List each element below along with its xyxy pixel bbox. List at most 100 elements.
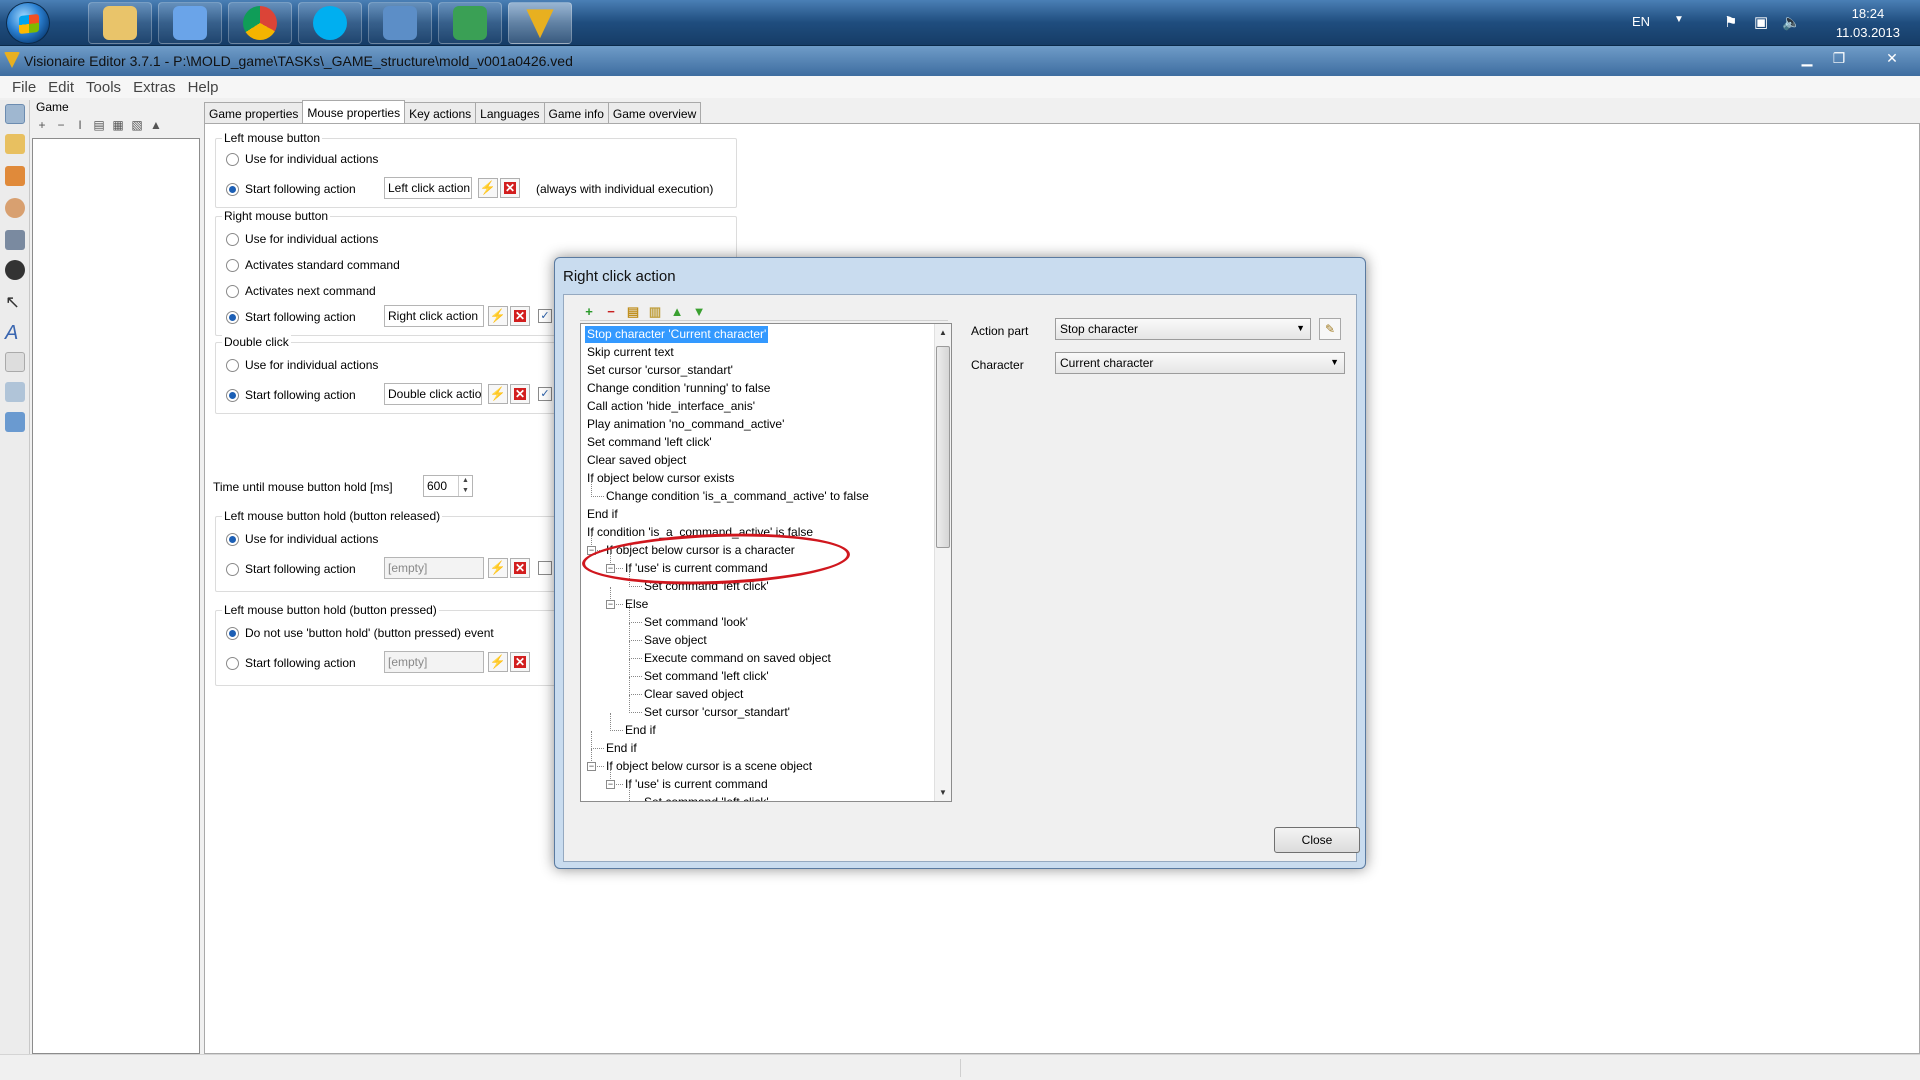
action-list-item[interactable]: End if	[585, 506, 620, 523]
action-list-item[interactable]: If 'use' is current command	[623, 560, 770, 577]
taskbar-explorer-button[interactable]	[88, 2, 152, 44]
action-list-item[interactable]: End if	[604, 740, 639, 757]
radio[interactable]	[226, 358, 239, 372]
radio[interactable]	[226, 310, 239, 324]
vertical-scrollbar[interactable]: ▲ ▼	[934, 324, 951, 801]
move-up-icon[interactable]: ▲	[148, 118, 164, 132]
edit-action-bolt-icon[interactable]: ⚡	[488, 652, 508, 672]
collapse-icon[interactable]: −	[587, 546, 596, 555]
action-list-item[interactable]: Set command 'left click'	[642, 578, 771, 595]
volume-icon[interactable]: 🔈	[1782, 13, 1801, 31]
taskbar-chrome-button[interactable]	[228, 2, 292, 44]
radio[interactable]	[226, 626, 239, 640]
collapse-icon[interactable]: −	[606, 780, 615, 789]
action-list-item[interactable]: If condition 'is_a_command_active' is fa…	[585, 524, 815, 541]
clock[interactable]: 18:24 11.03.2013	[1836, 4, 1900, 42]
delete-action-icon[interactable]: ✕	[510, 652, 530, 672]
menu-extras[interactable]: Extras	[127, 76, 182, 98]
double-following-option[interactable]: Start following action	[226, 385, 356, 405]
taskbar-thunderbird-button[interactable]	[368, 2, 432, 44]
action-list-item[interactable]: Save object	[642, 632, 709, 649]
action-list-item[interactable]: Set cursor 'cursor_standart'	[585, 362, 735, 379]
hourglass-icon[interactable]	[5, 134, 25, 154]
right-standard-command-option[interactable]: Activates standard command	[226, 255, 400, 275]
remove-action-icon[interactable]: −	[602, 305, 620, 319]
double-action-field[interactable]: Double click action	[384, 383, 482, 405]
move-down-icon[interactable]: ▼	[690, 305, 708, 319]
hold-pressed-action-field[interactable]: [empty]	[384, 651, 484, 673]
radio[interactable]	[226, 152, 239, 166]
taskbar-calendar-button[interactable]	[438, 2, 502, 44]
collapse-icon[interactable]: −	[606, 600, 615, 609]
action-list-item[interactable]: Skip current text	[585, 344, 676, 361]
collapse-icon[interactable]: −	[606, 564, 615, 573]
close-window-button[interactable]: ✕	[1870, 48, 1914, 70]
hold-released-action-field[interactable]: [empty]	[384, 557, 484, 579]
right-next-command-option[interactable]: Activates next command	[226, 281, 376, 301]
delete-action-icon[interactable]: ✕	[510, 558, 530, 578]
script-icon[interactable]	[5, 412, 25, 432]
action-list-item[interactable]: Change condition 'is_a_command_active' t…	[604, 488, 871, 505]
menu-file[interactable]: File	[6, 76, 42, 98]
taskbar-visionaire-button[interactable]	[508, 2, 572, 44]
font-icon[interactable]: A	[5, 322, 25, 344]
radio[interactable]	[226, 284, 239, 298]
action-list-item[interactable]: If object below cursor exists	[585, 470, 736, 487]
action-list-item[interactable]: Set command 'look'	[642, 614, 750, 631]
edit-action-bolt-icon[interactable]: ⚡	[488, 306, 508, 326]
language-indicator[interactable]: EN	[1632, 14, 1650, 29]
hold-time-spinner[interactable]: 600 ▲ ▼	[423, 475, 473, 497]
scroll-down-icon[interactable]: ▼	[935, 784, 951, 801]
action-list-item[interactable]: Clear saved object	[642, 686, 745, 703]
scene-house-icon[interactable]	[5, 166, 25, 186]
edit-action-bolt-icon[interactable]: ⚡	[478, 178, 498, 198]
hold-pressed-ignore-option[interactable]: Do not use 'button hold' (button pressed…	[226, 623, 494, 643]
right-following-option[interactable]: Start following action	[226, 307, 356, 327]
action-center-flag-icon[interactable]: ⚑	[1724, 13, 1737, 31]
action-list-item[interactable]: Play animation 'no_command_active'	[585, 416, 786, 433]
hold-released-individual-option[interactable]: Use for individual actions	[226, 529, 378, 549]
minimize-button[interactable]: ▁	[1792, 48, 1822, 70]
collapse-icon[interactable]: −	[587, 762, 596, 771]
add-action-icon[interactable]: +	[580, 305, 598, 319]
radio[interactable]	[226, 182, 239, 196]
tray-expand-icon[interactable]: ▼	[1674, 14, 1684, 25]
tab-game-overview[interactable]: Game overview	[607, 102, 702, 124]
tab-languages[interactable]: Languages	[475, 102, 545, 124]
left-individual-option[interactable]: Use for individual actions	[226, 149, 378, 169]
action-list-item[interactable]: Clear saved object	[585, 452, 688, 469]
tab-game-info[interactable]: Game info	[543, 102, 609, 124]
move-up-icon[interactable]: ▲	[668, 305, 686, 319]
left-action-field[interactable]: Left click action	[384, 177, 472, 199]
edit-action-part-icon[interactable]: ✎	[1319, 318, 1341, 340]
action-list-item[interactable]: Call action 'hide_interface_anis'	[585, 398, 757, 415]
delete-action-icon[interactable]: ✕	[510, 384, 530, 404]
action-list-item[interactable]: Change condition 'running' to false	[585, 380, 772, 397]
radio[interactable]	[226, 532, 239, 546]
spinner-arrows-icon[interactable]: ▲ ▼	[458, 476, 472, 496]
radio[interactable]	[226, 232, 239, 246]
action-list-item[interactable]: If object below cursor is a character	[604, 542, 797, 559]
paste-icon[interactable]: ▧	[129, 118, 145, 132]
scroll-up-icon[interactable]: ▲	[935, 324, 951, 341]
add-icon[interactable]: +	[34, 118, 50, 132]
edit-action-bolt-icon[interactable]: ⚡	[488, 558, 508, 578]
action-list-item[interactable]: Set command 'left click'	[642, 668, 771, 685]
copy-icon[interactable]: ▤	[91, 118, 107, 132]
double-individual-option[interactable]: Use for individual actions	[226, 355, 378, 375]
tab-key-actions[interactable]: Key actions	[404, 102, 477, 124]
radio[interactable]	[226, 258, 239, 272]
menu-help[interactable]: Help	[182, 76, 225, 98]
action-part-list[interactable]: ▲ ▼ Stop character 'Current character' Sk…	[580, 323, 952, 802]
radio[interactable]	[226, 656, 239, 670]
right-execute-checkbox[interactable]: ✓	[538, 309, 552, 323]
start-button[interactable]	[6, 2, 50, 44]
menu-edit[interactable]: Edit	[42, 76, 80, 98]
radio[interactable]	[226, 388, 239, 402]
edit-action-bolt-icon[interactable]: ⚡	[488, 384, 508, 404]
interface-icon[interactable]	[5, 352, 25, 372]
tab-game-properties[interactable]: Game properties	[204, 102, 304, 124]
tree-view[interactable]	[32, 138, 200, 1054]
maximize-button[interactable]: ❐	[1824, 48, 1854, 70]
save-icon[interactable]: ▦	[110, 118, 126, 132]
